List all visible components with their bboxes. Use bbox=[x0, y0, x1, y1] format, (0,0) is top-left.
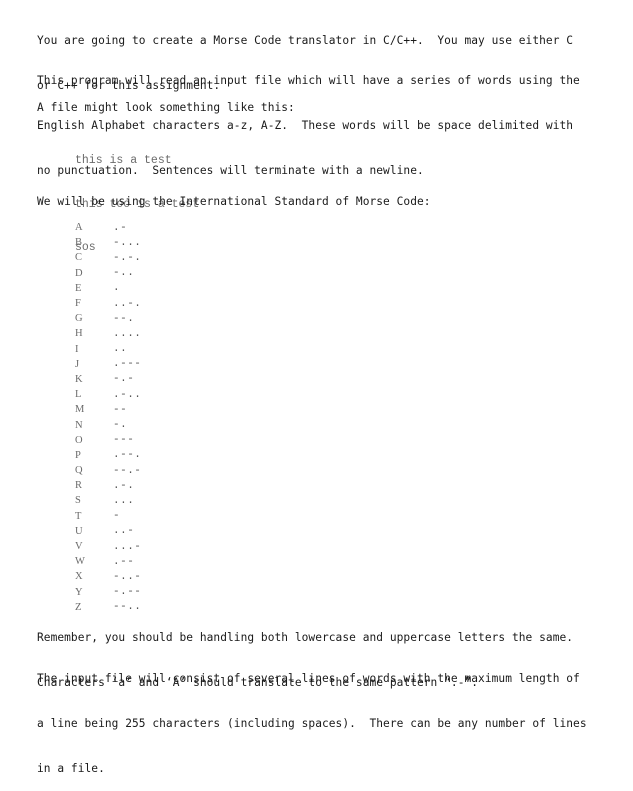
morse-table-row: U ..- bbox=[75, 524, 141, 539]
morse-letter: X bbox=[75, 571, 83, 583]
morse-code-pattern: .... bbox=[113, 327, 142, 340]
morse-code-pattern: ..-. bbox=[113, 297, 142, 310]
morse-letter: J bbox=[75, 358, 80, 370]
morse-table-row: K -.- bbox=[75, 372, 141, 387]
morse-letter: T bbox=[75, 510, 82, 522]
morse-table-row: N -. bbox=[75, 417, 141, 432]
morse-letter: F bbox=[75, 298, 81, 310]
morse-letter: L bbox=[75, 389, 82, 401]
morse-code-pattern: -- bbox=[113, 403, 128, 416]
morse-code-pattern: --.- bbox=[113, 464, 142, 477]
morse-code-pattern: -.. bbox=[113, 267, 135, 280]
morse-table-row: H.... bbox=[75, 326, 141, 341]
morse-table-row: P .--. bbox=[75, 448, 141, 463]
morse-letter: D bbox=[75, 267, 83, 279]
morse-letter: B bbox=[75, 237, 83, 249]
morse-letter: R bbox=[75, 480, 83, 492]
morse-letter: Q bbox=[75, 465, 83, 477]
morse-code-pattern: -.-. bbox=[113, 251, 142, 264]
morse-table-row: D -.. bbox=[75, 266, 141, 281]
morse-table-row: S... bbox=[75, 493, 141, 508]
morse-code-pattern: --- bbox=[113, 434, 135, 447]
morse-code-pattern: - bbox=[113, 510, 121, 523]
morse-letter: C bbox=[75, 252, 83, 264]
morse-code-pattern: --. bbox=[113, 312, 135, 325]
morse-code-pattern: .-- bbox=[113, 555, 135, 568]
morse-letter: U bbox=[75, 525, 83, 537]
file-note-paragraph: The input file will consist of several l… bbox=[37, 641, 617, 791]
morse-letter: E bbox=[75, 282, 82, 294]
morse-table-row: I.. bbox=[75, 342, 141, 357]
morse-table-row: E. bbox=[75, 281, 141, 296]
morse-letter: N bbox=[75, 419, 83, 431]
morse-code-pattern: .-.. bbox=[113, 388, 142, 401]
morse-letter: G bbox=[75, 313, 83, 325]
example-line: this is a test bbox=[75, 154, 172, 167]
morse-table-row: V ...- bbox=[75, 539, 141, 554]
morse-table-row: R .-. bbox=[75, 478, 141, 493]
morse-table-row: L .-.. bbox=[75, 387, 141, 402]
morse-code-pattern: . bbox=[113, 282, 121, 295]
morse-code-table: A .- B -... C -.-. D -.. E. F ..-. G --. H.... I.. J .--… bbox=[75, 220, 141, 615]
morse-code-pattern: ...- bbox=[113, 540, 142, 553]
morse-letter: W bbox=[75, 556, 85, 568]
morse-table-row: W .-- bbox=[75, 554, 141, 569]
morse-code-pattern: .-. bbox=[113, 479, 135, 492]
morse-letter: V bbox=[75, 541, 83, 553]
morse-table-row: X -..- bbox=[75, 569, 141, 584]
morse-code-pattern: ... bbox=[113, 494, 135, 507]
morse-letter: K bbox=[75, 373, 83, 385]
morse-letter: I bbox=[75, 343, 79, 355]
morse-letter: A bbox=[75, 222, 83, 234]
text-line: The input file will consist of several l… bbox=[37, 672, 580, 685]
text-line: in a file. bbox=[37, 762, 105, 775]
morse-table-row: O --- bbox=[75, 433, 141, 448]
morse-code-pattern: .--- bbox=[113, 358, 142, 371]
morse-code-pattern: .- bbox=[113, 221, 128, 234]
morse-table-row: G --. bbox=[75, 311, 141, 326]
example-intro: A file might look something like this: bbox=[37, 101, 295, 114]
text-line: This program will read an input file whi… bbox=[37, 74, 580, 87]
morse-code-pattern: -. bbox=[113, 419, 128, 432]
morse-code-pattern: -..- bbox=[113, 570, 142, 583]
morse-letter: O bbox=[75, 434, 83, 446]
morse-table-row: C -.-. bbox=[75, 250, 141, 265]
morse-table-row: Y -.-- bbox=[75, 585, 141, 600]
morse-table-row: B -... bbox=[75, 235, 141, 250]
morse-letter: P bbox=[75, 449, 81, 461]
text-line: a line being 255 characters (including s… bbox=[37, 717, 587, 730]
morse-letter: M bbox=[75, 404, 85, 416]
morse-table-row: F ..-. bbox=[75, 296, 141, 311]
morse-letter: Y bbox=[75, 586, 83, 598]
morse-code-pattern: -... bbox=[113, 236, 142, 249]
morse-table-row: T- bbox=[75, 509, 141, 524]
morse-table-row: Q --.- bbox=[75, 463, 141, 478]
morse-code-pattern: .. bbox=[113, 343, 128, 356]
morse-code-pattern: -.-- bbox=[113, 586, 142, 599]
morse-table-row: A .- bbox=[75, 220, 141, 235]
morse-letter: S bbox=[75, 495, 81, 507]
morse-code-pattern: -.- bbox=[113, 373, 135, 386]
morse-code-pattern: .--. bbox=[113, 449, 142, 462]
morse-code-pattern: ..- bbox=[113, 525, 135, 538]
morse-table-row: J .--- bbox=[75, 357, 141, 372]
morse-intro: We will be using the International Stand… bbox=[37, 195, 431, 208]
morse-letter: H bbox=[75, 328, 83, 340]
morse-table-row: M -- bbox=[75, 402, 141, 417]
